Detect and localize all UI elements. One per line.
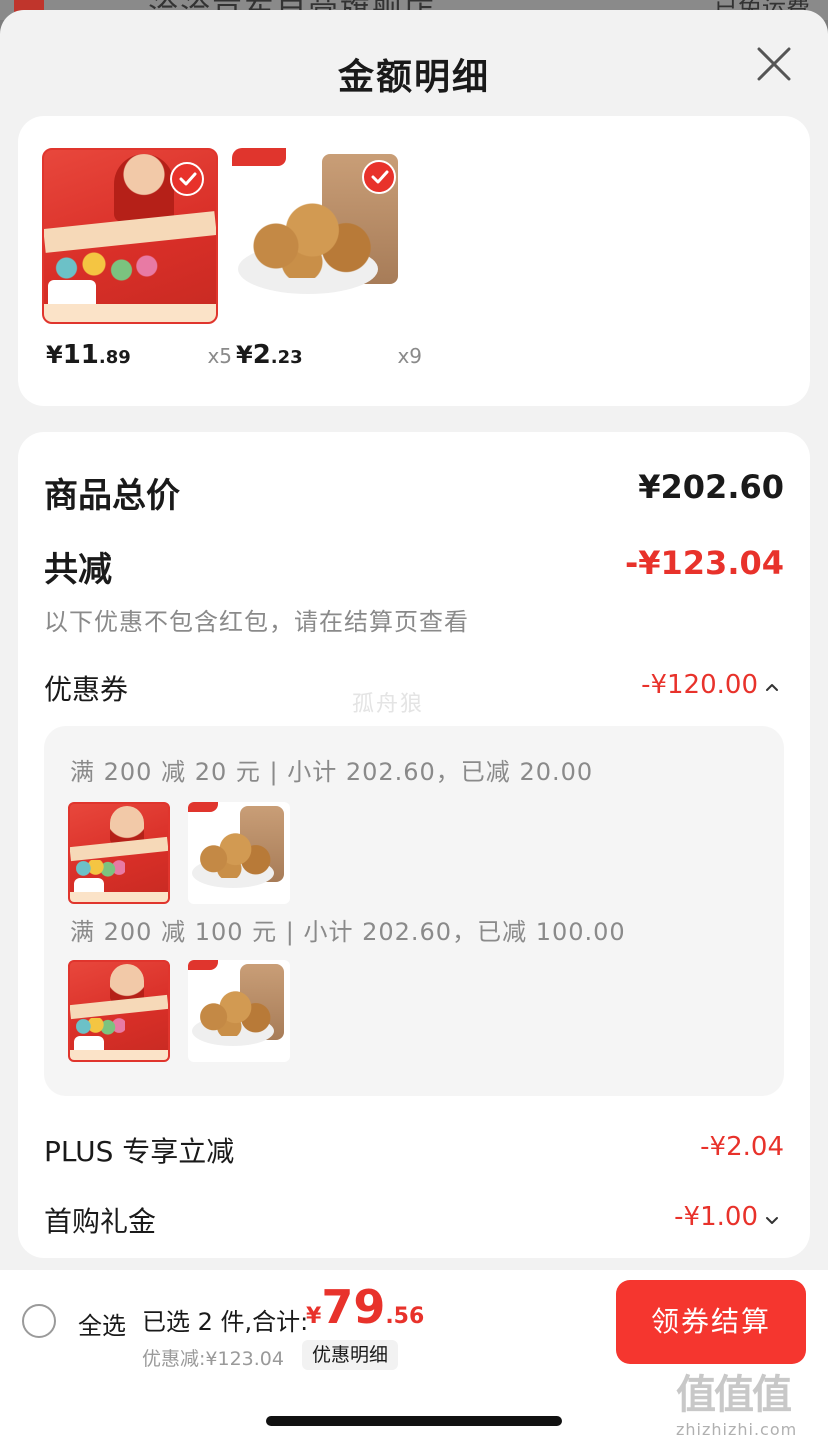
total-price-value: ¥202.60: [638, 468, 784, 506]
total-price-label: 商品总价: [44, 476, 180, 516]
total-reduction-label: 共减: [44, 550, 112, 590]
discount-detail-button[interactable]: 优惠明细: [302, 1340, 399, 1370]
product-price: ¥2.23: [236, 340, 303, 370]
discount-note: 以下优惠不包含红包，请在结算页查看: [44, 608, 469, 636]
close-button[interactable]: [754, 44, 794, 84]
plus-discount-value: -¥2.04: [700, 1132, 784, 1162]
coupon-product-thumb-walnut: [188, 802, 290, 904]
checkout-button[interactable]: 领券结算: [616, 1280, 806, 1364]
chevron-up-icon[interactable]: [764, 678, 780, 697]
home-indicator[interactable]: [266, 1416, 562, 1426]
first-purchase-gift-label[interactable]: 首购礼金: [44, 1200, 156, 1240]
watermark-text: 孤舟狼: [352, 692, 425, 717]
product-quantity: x5: [207, 344, 232, 368]
product-item[interactable]: ¥11.89 x5: [42, 148, 232, 370]
site-watermark: 值值值 zhizhizhi.com: [676, 1372, 798, 1439]
checkout-bar: 全选 已选 2 件,合计: ¥79.56 优惠减:¥123.04 优惠明细 领券…: [0, 1270, 828, 1444]
product-item[interactable]: ¥2.23 x9: [232, 148, 422, 370]
product-image-walnut[interactable]: [232, 148, 408, 324]
plus-discount-label: PLUS 专享立减: [44, 1135, 235, 1168]
coupon-detail-panel: 满 200 减 20 元 | 小计 202.60，已减 20.00 满 200 …: [44, 726, 784, 1096]
product-quantity: x9: [397, 344, 422, 368]
select-all-radio[interactable]: [22, 1304, 56, 1338]
price-summary-card: 商品总价 ¥202.60 共减 -¥123.04 以下优惠不包含红包，请在结算页…: [18, 432, 810, 1258]
selected-check-icon[interactable]: [362, 160, 396, 194]
amount-detail-sheet: 金额明细 ¥11.89 x5 ¥2.23 x9 商品总价 ¥202.60 共减 …: [0, 10, 828, 1444]
first-purchase-gift-value[interactable]: -¥1.00: [674, 1202, 758, 1232]
coupon-rule-text: 满 200 减 20 元 | 小计 202.60，已减 20.00: [70, 758, 594, 786]
coupon-rule-text: 满 200 减 100 元 | 小计 202.60，已减 100.00: [70, 918, 626, 946]
product-price: ¥11.89: [46, 340, 131, 370]
coupon-product-thumb-candy: [68, 960, 170, 1062]
coupon-label[interactable]: 优惠券: [44, 668, 128, 708]
selected-count-text: 已选 2 件,合计:: [142, 1308, 309, 1336]
discount-amount-text: 优惠减:¥123.04: [142, 1348, 284, 1370]
close-icon: [757, 47, 791, 81]
product-image-candy[interactable]: [42, 148, 218, 324]
coupon-product-thumb-walnut: [188, 960, 290, 1062]
select-all-label[interactable]: 全选: [78, 1306, 126, 1341]
checkout-total-price: ¥79.56: [306, 1280, 425, 1334]
chevron-down-icon[interactable]: [764, 1212, 780, 1231]
coupon-product-thumb-candy: [68, 802, 170, 904]
selected-check-icon[interactable]: [170, 162, 204, 196]
total-reduction-value: -¥123.04: [624, 544, 784, 582]
coupon-value[interactable]: -¥120.00: [641, 670, 758, 700]
sheet-title: 金额明细: [337, 57, 490, 98]
products-card: ¥11.89 x5 ¥2.23 x9: [18, 116, 810, 406]
